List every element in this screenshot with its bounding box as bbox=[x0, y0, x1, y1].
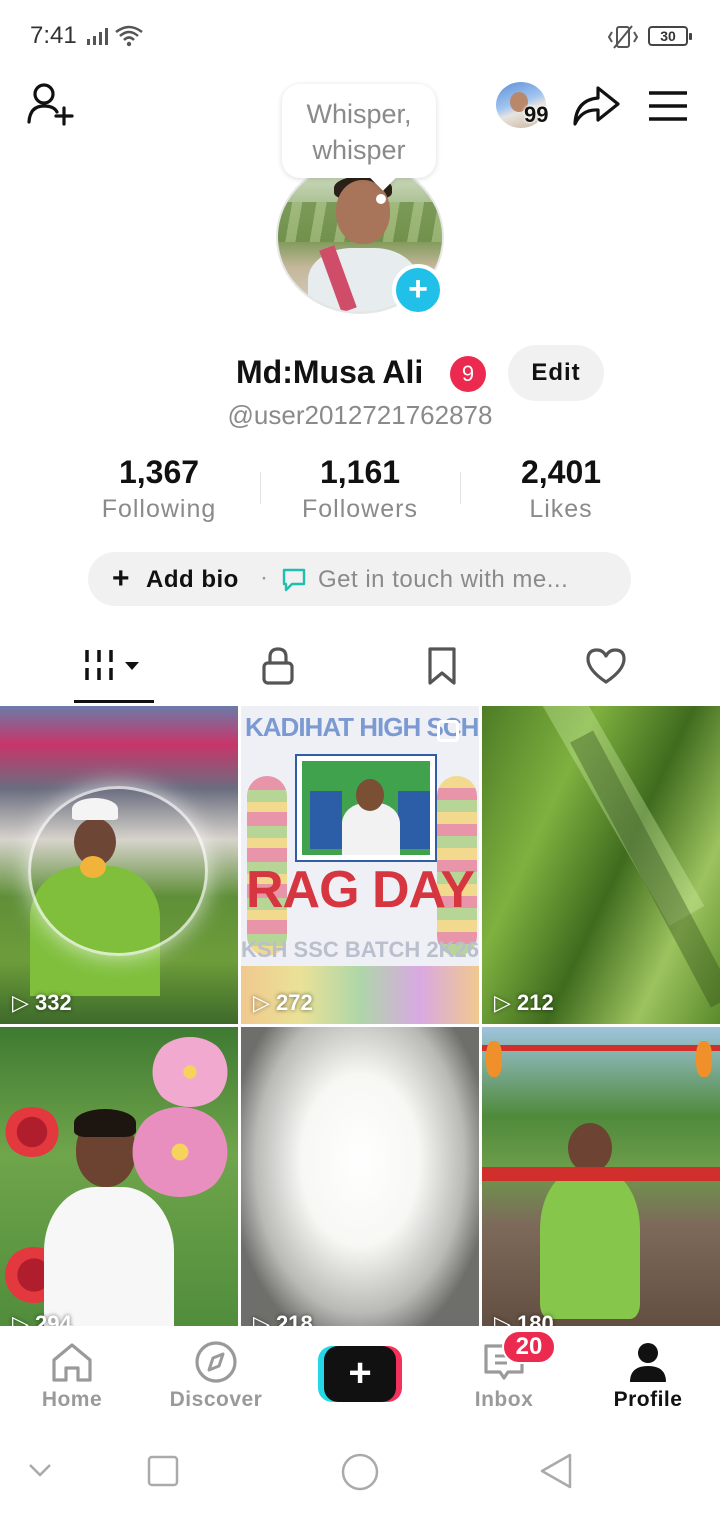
tab-liked[interactable] bbox=[516, 630, 696, 706]
compass-icon bbox=[195, 1341, 237, 1383]
whisper-tooltip[interactable]: Whisper, whisper bbox=[282, 84, 436, 178]
view-count: 212 bbox=[494, 990, 554, 1016]
create-button[interactable]: + bbox=[318, 1346, 402, 1402]
back-icon[interactable] bbox=[538, 1452, 574, 1490]
videos-grid-icon bbox=[85, 650, 139, 680]
vibrate-icon bbox=[607, 25, 639, 49]
status-bar: 7:41 30 bbox=[0, 0, 720, 72]
stat-likes[interactable]: 2,401 Likes bbox=[461, 454, 661, 524]
stat-label: Likes bbox=[529, 495, 593, 523]
edit-profile-button[interactable]: Edit bbox=[508, 345, 604, 401]
stat-label: Following bbox=[101, 495, 217, 523]
bookmark-icon bbox=[428, 647, 456, 685]
create-plus-icon: + bbox=[324, 1346, 396, 1402]
profile-avatar[interactable]: + bbox=[276, 160, 444, 316]
nav-label: Discover bbox=[169, 1388, 263, 1411]
view-count: 332 bbox=[12, 990, 72, 1016]
tab-videos[interactable] bbox=[24, 630, 204, 706]
lock-icon bbox=[262, 647, 294, 685]
stat-value: 1,367 bbox=[118, 454, 200, 490]
chevron-down-icon[interactable] bbox=[26, 1460, 54, 1480]
display-name: Md:Musa Ali bbox=[236, 354, 424, 390]
bio-pill[interactable]: + Add bio · Get in touch with me... bbox=[88, 552, 631, 606]
home-circle-icon[interactable] bbox=[340, 1452, 380, 1492]
video-thumbnail[interactable]: KADIHAT HIGH SCHOOL RAG DAY KSH SSC BATC… bbox=[241, 706, 479, 1024]
nav-profile[interactable]: Profile bbox=[576, 1326, 720, 1426]
wifi-icon bbox=[115, 25, 143, 47]
get-in-touch-button[interactable]: Get in touch with me... bbox=[318, 566, 568, 594]
view-count: 272 bbox=[253, 990, 313, 1016]
chat-bubble-icon bbox=[282, 568, 306, 592]
content-tabs bbox=[0, 630, 720, 706]
nav-label: Inbox bbox=[474, 1388, 534, 1411]
nav-home[interactable]: Home bbox=[0, 1326, 144, 1426]
share-icon[interactable] bbox=[570, 82, 622, 128]
signal-icon bbox=[87, 28, 108, 45]
nav-discover[interactable]: Discover bbox=[144, 1326, 288, 1426]
recents-icon[interactable] bbox=[146, 1454, 180, 1488]
video-thumbnail[interactable]: 332 bbox=[0, 706, 238, 1024]
name-badge: 9 bbox=[450, 356, 486, 392]
nav-label: Profile bbox=[613, 1388, 683, 1411]
view-count: 294 bbox=[12, 1311, 72, 1326]
stat-value: 2,401 bbox=[520, 454, 602, 490]
profile-icon bbox=[630, 1343, 666, 1382]
name-row: Md:Musa Ali 9 Edit bbox=[0, 342, 720, 406]
stat-label: Followers bbox=[302, 495, 418, 523]
tab-private[interactable] bbox=[188, 630, 368, 706]
tab-saved[interactable] bbox=[352, 630, 532, 706]
video-thumbnail[interactable]: 212 bbox=[482, 706, 720, 1024]
nav-label: Home bbox=[41, 1388, 103, 1411]
video-thumbnail[interactable]: 180 bbox=[482, 1027, 720, 1326]
menu-icon[interactable] bbox=[646, 88, 690, 124]
friends-count: 99 bbox=[524, 102, 549, 127]
system-nav-bar bbox=[0, 1426, 720, 1520]
thumbnail-text: KSH SSC BATCH 2K26 bbox=[241, 937, 479, 962]
add-avatar-button[interactable]: + bbox=[392, 264, 444, 316]
bottom-nav: Home Discover + Inbox 20 Profile bbox=[0, 1326, 720, 1426]
battery-indicator: 30 bbox=[648, 26, 692, 46]
tooltip-dot bbox=[376, 194, 386, 204]
stat-followers[interactable]: 1,161 Followers bbox=[260, 454, 460, 524]
inbox-badge: 20 bbox=[502, 1330, 556, 1364]
bio-separator: · bbox=[260, 564, 268, 591]
stat-value: 1,161 bbox=[319, 454, 401, 490]
video-thumbnail[interactable]: 218 bbox=[241, 1027, 479, 1326]
stat-following[interactable]: 1,367 Following bbox=[59, 454, 259, 524]
add-friend-icon[interactable] bbox=[24, 80, 80, 130]
home-icon bbox=[52, 1343, 92, 1382]
plus-icon: + bbox=[112, 562, 130, 595]
video-grid: 332 KADIHAT HIGH SCHOOL RAG DAY KSH SSC … bbox=[0, 706, 720, 1326]
username: @user2012721762878 bbox=[227, 400, 493, 430]
add-bio-button[interactable]: Add bio bbox=[146, 566, 239, 594]
profile-stats: 1,367 Following 1,161 Followers 2,401 Li… bbox=[0, 454, 720, 528]
thumbnail-text: RAG DAY bbox=[245, 861, 475, 919]
heart-icon bbox=[586, 648, 626, 684]
status-time: 7:41 bbox=[30, 22, 77, 49]
view-count: 218 bbox=[253, 1311, 313, 1326]
video-thumbnail[interactable]: 294 bbox=[0, 1027, 238, 1326]
multi-image-icon bbox=[437, 720, 459, 742]
view-count: 180 bbox=[494, 1311, 554, 1326]
active-tab-indicator bbox=[74, 700, 154, 703]
